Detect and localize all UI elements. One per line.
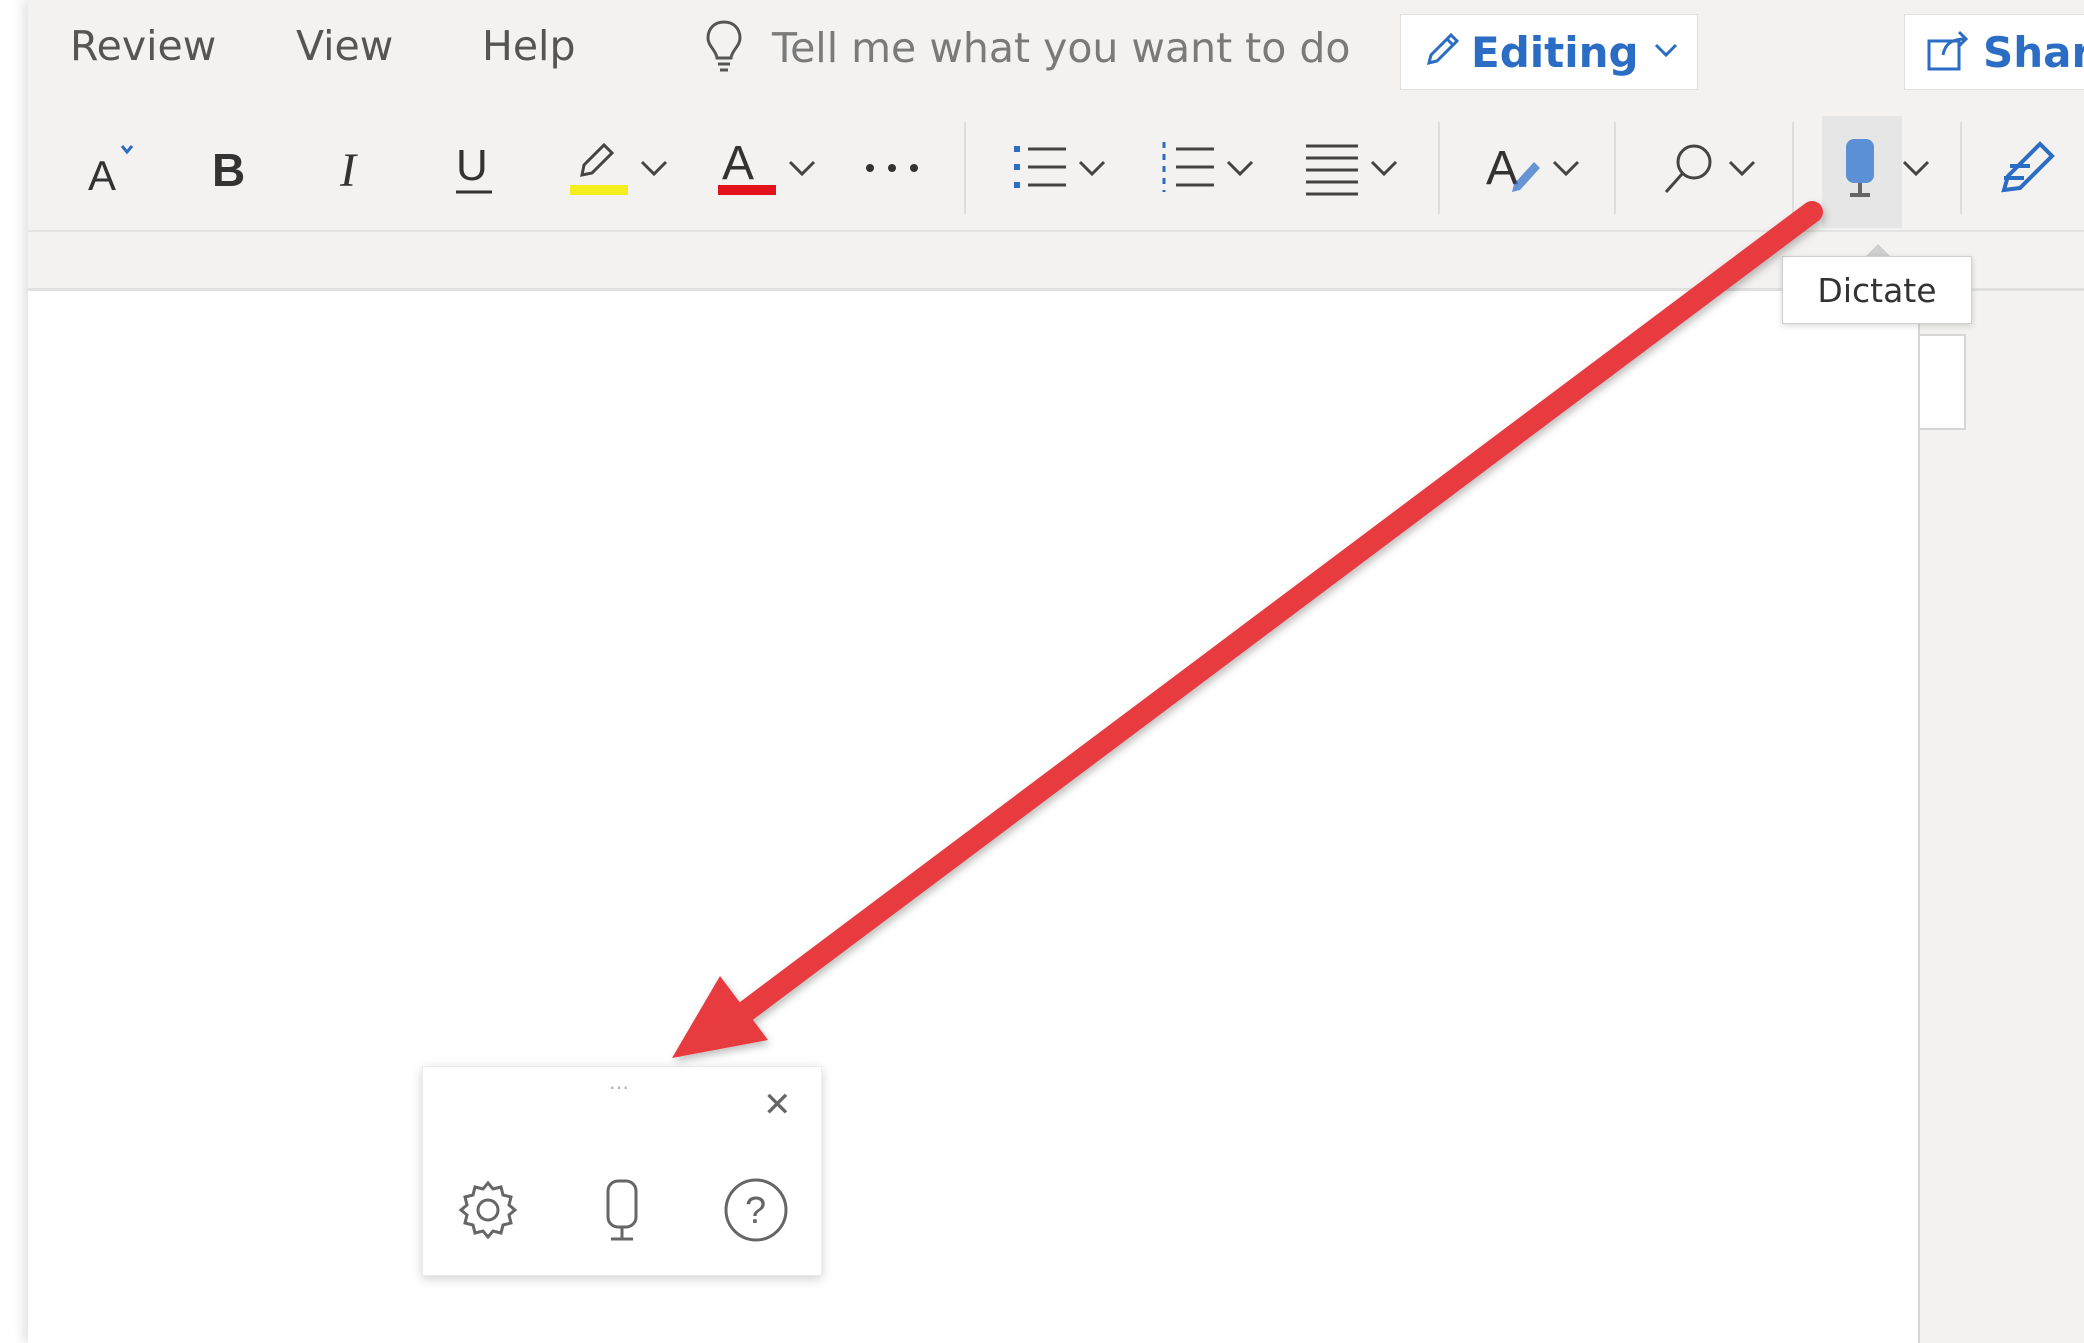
ribbon-divider	[1792, 122, 1794, 214]
editor-icon	[1996, 136, 2060, 205]
svg-text:A: A	[88, 152, 116, 198]
numbering-icon	[1158, 138, 1218, 203]
share-label: Share	[1983, 27, 2084, 77]
bullets-button[interactable]	[1010, 120, 1108, 220]
numbering-button[interactable]	[1158, 120, 1256, 220]
editing-label: Editing	[1471, 27, 1639, 77]
chevron-down-icon	[1550, 158, 1582, 183]
settings-icon[interactable]	[451, 1173, 525, 1247]
underline-icon: U	[450, 136, 502, 205]
microphone-icon[interactable]	[585, 1173, 659, 1247]
share-button[interactable]: Share	[1904, 14, 2084, 90]
underline-button[interactable]: U	[450, 120, 502, 220]
dictate-tooltip: Dictate	[1782, 256, 1972, 324]
tab-help[interactable]: Help	[482, 22, 575, 70]
styles-button[interactable]: A	[1484, 120, 1582, 220]
svg-text:B: B	[212, 144, 245, 196]
find-icon	[1660, 138, 1720, 203]
more-icon	[862, 158, 922, 183]
svg-text:?: ?	[745, 1190, 766, 1232]
highlight-icon	[566, 133, 632, 208]
ribbon-divider	[1960, 122, 1962, 214]
ruler-area	[28, 232, 2084, 291]
highlight-button[interactable]	[566, 120, 670, 220]
tooltip-pointer	[1866, 244, 1890, 256]
dictate-icon	[1838, 133, 1882, 208]
tell-me-box[interactable]: Tell me what you want to do	[704, 18, 1350, 78]
svg-text:I: I	[339, 144, 358, 197]
share-icon	[1925, 27, 1971, 78]
document-canvas[interactable]	[28, 291, 1918, 1343]
close-icon[interactable]: ✕	[763, 1085, 792, 1125]
help-icon[interactable]: ?	[719, 1173, 793, 1247]
tell-me-placeholder: Tell me what you want to do	[772, 24, 1351, 72]
chevron-down-icon	[1224, 158, 1256, 183]
svg-text:U: U	[456, 141, 488, 190]
chevron-down-icon	[1900, 158, 1932, 183]
italic-button[interactable]: I	[332, 120, 380, 220]
drag-handle-icon[interactable]: ⋯	[609, 1075, 631, 1100]
lightbulb-icon	[704, 18, 744, 79]
side-pane	[1918, 291, 2084, 1343]
chevron-down-icon	[638, 158, 670, 183]
dictate-button[interactable]	[1838, 120, 1932, 220]
chevron-down-icon	[1653, 40, 1679, 65]
bullets-icon	[1010, 138, 1070, 203]
tab-view[interactable]: View	[296, 22, 393, 70]
font-color-icon: A	[714, 133, 780, 208]
svg-text:A: A	[722, 137, 754, 190]
find-button[interactable]	[1660, 120, 1758, 220]
ribbon-divider	[1438, 122, 1440, 214]
align-button[interactable]	[1302, 120, 1400, 220]
pencil-icon	[1421, 29, 1463, 76]
font-size-icon: A	[84, 138, 144, 203]
ribbon-divider	[1614, 122, 1616, 214]
bold-button[interactable]: B	[208, 120, 256, 220]
more-options-button[interactable]	[862, 120, 922, 220]
editing-mode-button[interactable]: Editing	[1400, 14, 1698, 90]
dictation-toolbar: ⋯ ✕ ?	[422, 1066, 822, 1276]
chevron-down-icon	[1076, 158, 1108, 183]
tab-review[interactable]: Review	[70, 22, 216, 70]
bold-icon: B	[208, 138, 256, 203]
chevron-down-icon	[1726, 158, 1758, 183]
svg-text:A: A	[1486, 142, 1518, 195]
scrollbar-thumb[interactable]	[1918, 334, 1966, 430]
ribbon-divider	[964, 122, 966, 214]
font-size-button[interactable]: A	[84, 120, 144, 220]
editor-button[interactable]	[1996, 120, 2060, 220]
italic-icon: I	[332, 138, 380, 203]
chevron-down-icon	[786, 158, 818, 183]
chevron-down-icon	[1368, 158, 1400, 183]
tooltip-text: Dictate	[1817, 270, 1937, 310]
styles-icon: A	[1484, 136, 1544, 205]
align-icon	[1302, 138, 1362, 203]
font-color-button[interactable]: A	[714, 120, 818, 220]
